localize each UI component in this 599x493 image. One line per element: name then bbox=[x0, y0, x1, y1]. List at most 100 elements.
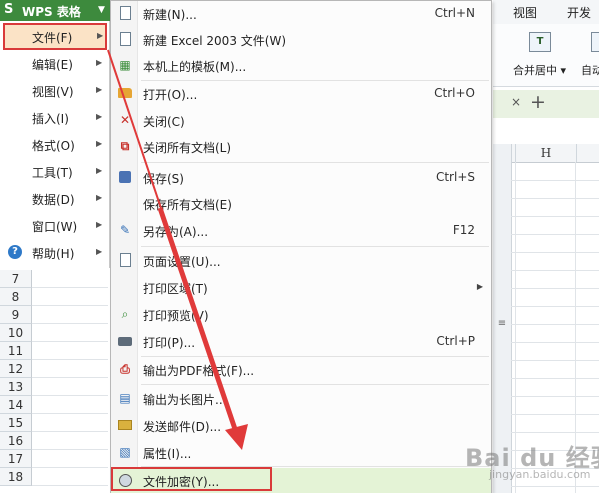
row-header[interactable]: 8 bbox=[0, 288, 32, 306]
chevron-right-icon: ▶ bbox=[96, 193, 103, 202]
chevron-right-icon: ▶ bbox=[97, 31, 104, 40]
properties-icon: ▧ bbox=[119, 445, 131, 459]
row-header[interactable]: 11 bbox=[0, 342, 32, 360]
encrypt-highlight-box bbox=[111, 467, 272, 491]
menu-item-label: 文件(F) bbox=[32, 31, 73, 45]
grid-cell[interactable] bbox=[32, 360, 108, 378]
submenu-separator bbox=[141, 246, 489, 247]
menu-item-tools[interactable]: 工具(T) ▶ bbox=[0, 158, 109, 185]
row-header[interactable]: 16 bbox=[0, 432, 32, 450]
menu-item-format[interactable]: 格式(O) ▶ bbox=[0, 131, 109, 158]
submenu-item-export-pdf[interactable]: ⎙ 输出为PDF格式(F)... bbox=[111, 357, 491, 383]
submenu-item-label: 另存为(A)... bbox=[143, 225, 209, 239]
file-submenu: 新建(N)... Ctrl+N 新建 Excel 2003 文件(W) ▦ 本机… bbox=[110, 0, 492, 493]
submenu-item-close-all[interactable]: ⧉ 关闭所有文档(L) bbox=[111, 134, 491, 160]
row-header[interactable]: 13 bbox=[0, 378, 32, 396]
merge-center-button[interactable]: 合并居中 ▾ bbox=[513, 62, 566, 78]
menu-item-window[interactable]: 窗口(W) ▶ bbox=[0, 212, 109, 239]
grid-cell[interactable] bbox=[32, 414, 108, 432]
tab-view[interactable]: 视图 bbox=[513, 4, 537, 21]
close-all-icon: ⧉ bbox=[120, 139, 130, 153]
submenu-item-close[interactable]: ✕ 关闭(C) bbox=[111, 108, 491, 134]
grid-cell[interactable] bbox=[32, 342, 108, 360]
submenu-separator bbox=[141, 162, 489, 163]
add-tab-icon[interactable]: + bbox=[530, 91, 546, 113]
close-doc-icon: ✕ bbox=[119, 113, 131, 127]
submenu-item-label: 保存所有文档(E) bbox=[143, 198, 232, 212]
submenu-item-label: 新建(N)... bbox=[143, 8, 197, 22]
grid-cell[interactable] bbox=[32, 288, 108, 306]
row-header[interactable]: 12 bbox=[0, 360, 32, 378]
row-header[interactable]: 17 bbox=[0, 450, 32, 468]
auto-wrap-button[interactable]: 自动 bbox=[581, 62, 599, 78]
submenu-item-new-excel-2003[interactable]: 新建 Excel 2003 文件(W) bbox=[111, 27, 491, 53]
page-setup-icon bbox=[120, 253, 131, 267]
menu-item-label: 插入(I) bbox=[32, 112, 69, 126]
menu-item-view[interactable]: 视图(V) ▶ bbox=[0, 77, 109, 104]
submenu-item-print[interactable]: 打印(P)... Ctrl+P bbox=[111, 329, 491, 355]
chevron-right-icon: ▶ bbox=[96, 220, 103, 229]
ribbon-tabs: 视图 开发工 bbox=[493, 0, 599, 37]
wps-app-button[interactable]: S WPS 表格 ▼ bbox=[0, 0, 110, 21]
submenu-item-save-all[interactable]: 保存所有文档(E) bbox=[111, 191, 491, 217]
grid-cell[interactable] bbox=[32, 306, 108, 324]
row-header[interactable]: 10 bbox=[0, 324, 32, 342]
grid-cell[interactable] bbox=[32, 270, 108, 288]
submenu-item-label: 发送邮件(D)... bbox=[143, 420, 222, 434]
submenu-item-export-long-image[interactable]: ▤ 输出为长图片... bbox=[111, 386, 491, 412]
splitter-grip-icon[interactable]: ≡ bbox=[497, 318, 507, 329]
submenu-shortcut: F12 bbox=[452, 223, 475, 237]
grid-cell[interactable] bbox=[32, 378, 108, 396]
menu-item-help[interactable]: ? 帮助(H) ▶ bbox=[0, 239, 109, 266]
menu-item-file[interactable]: 文件(F) ▶ bbox=[3, 23, 107, 50]
submenu-item-label: 本机上的模板(M)... bbox=[143, 60, 247, 74]
chevron-right-icon: ▶ bbox=[476, 282, 483, 291]
grid-cell[interactable] bbox=[32, 432, 108, 450]
submenu-item-open[interactable]: 打开(O)... Ctrl+O bbox=[111, 81, 491, 107]
chevron-right-icon: ▶ bbox=[96, 112, 103, 121]
menu-item-data[interactable]: 数据(D) ▶ bbox=[0, 185, 109, 212]
submenu-item-send-email[interactable]: 发送邮件(D)... bbox=[111, 413, 491, 439]
menu-item-label: 帮助(H) bbox=[32, 247, 75, 261]
submenu-shortcut: Ctrl+N bbox=[434, 6, 475, 20]
menu-item-edit[interactable]: 编辑(E) ▶ bbox=[0, 50, 109, 77]
submenu-item-properties[interactable]: ▧ 属性(I)... bbox=[111, 440, 491, 466]
menu-item-insert[interactable]: 插入(I) ▶ bbox=[0, 104, 109, 131]
sheet-area: 7 8 9 10 11 12 13 14 15 16 17 18 bbox=[0, 262, 108, 493]
save-icon bbox=[119, 171, 131, 183]
row-header[interactable]: 9 bbox=[0, 306, 32, 324]
submenu-item-new[interactable]: 新建(N)... Ctrl+N bbox=[111, 1, 491, 27]
grid-cell[interactable] bbox=[32, 450, 108, 468]
chevron-right-icon: ▶ bbox=[96, 58, 103, 67]
save-as-icon: ✎ bbox=[119, 223, 131, 237]
document-tabstrip: × + bbox=[493, 90, 599, 119]
submenu-item-page-setup[interactable]: 页面设置(U)... bbox=[111, 248, 491, 274]
submenu-item-save[interactable]: 保存(S) Ctrl+S bbox=[111, 165, 491, 191]
submenu-item-label: 输出为PDF格式(F)... bbox=[143, 364, 255, 378]
wps-logo-icon: S bbox=[4, 2, 14, 17]
close-tab-icon[interactable]: × bbox=[511, 95, 521, 109]
formula-bar[interactable] bbox=[493, 118, 599, 145]
row-header[interactable]: 15 bbox=[0, 414, 32, 432]
submenu-item-print-preview[interactable]: ⌕ 打印预览(V) bbox=[111, 302, 491, 328]
grid-cell[interactable] bbox=[32, 324, 108, 342]
submenu-item-local-templates[interactable]: ▦ 本机上的模板(M)... bbox=[111, 53, 491, 79]
merge-center-icon[interactable]: T bbox=[529, 32, 551, 52]
column-header-h[interactable]: H bbox=[515, 144, 577, 162]
submenu-item-save-as[interactable]: ✎ 另存为(A)... F12 bbox=[111, 218, 491, 244]
row-header[interactable]: 18 bbox=[0, 468, 32, 486]
row-header[interactable]: 14 bbox=[0, 396, 32, 414]
submenu-item-label: 输出为长图片... bbox=[143, 393, 227, 407]
grid-cell[interactable] bbox=[32, 396, 108, 414]
submenu-item-print-area[interactable]: 打印区域(T) ▶ bbox=[111, 275, 491, 301]
print-preview-icon: ⌕ bbox=[121, 307, 129, 321]
menu-item-label: 编辑(E) bbox=[32, 58, 73, 72]
mail-icon bbox=[118, 420, 132, 430]
submenu-item-label: 页面设置(U)... bbox=[143, 255, 221, 269]
grid-cell[interactable] bbox=[32, 468, 108, 486]
submenu-shortcut: Ctrl+O bbox=[434, 86, 475, 100]
row-header[interactable]: 7 bbox=[0, 270, 32, 288]
auto-wrap-icon[interactable] bbox=[591, 32, 599, 52]
pdf-icon: ⎙ bbox=[120, 362, 130, 376]
help-icon: ? bbox=[8, 245, 22, 259]
